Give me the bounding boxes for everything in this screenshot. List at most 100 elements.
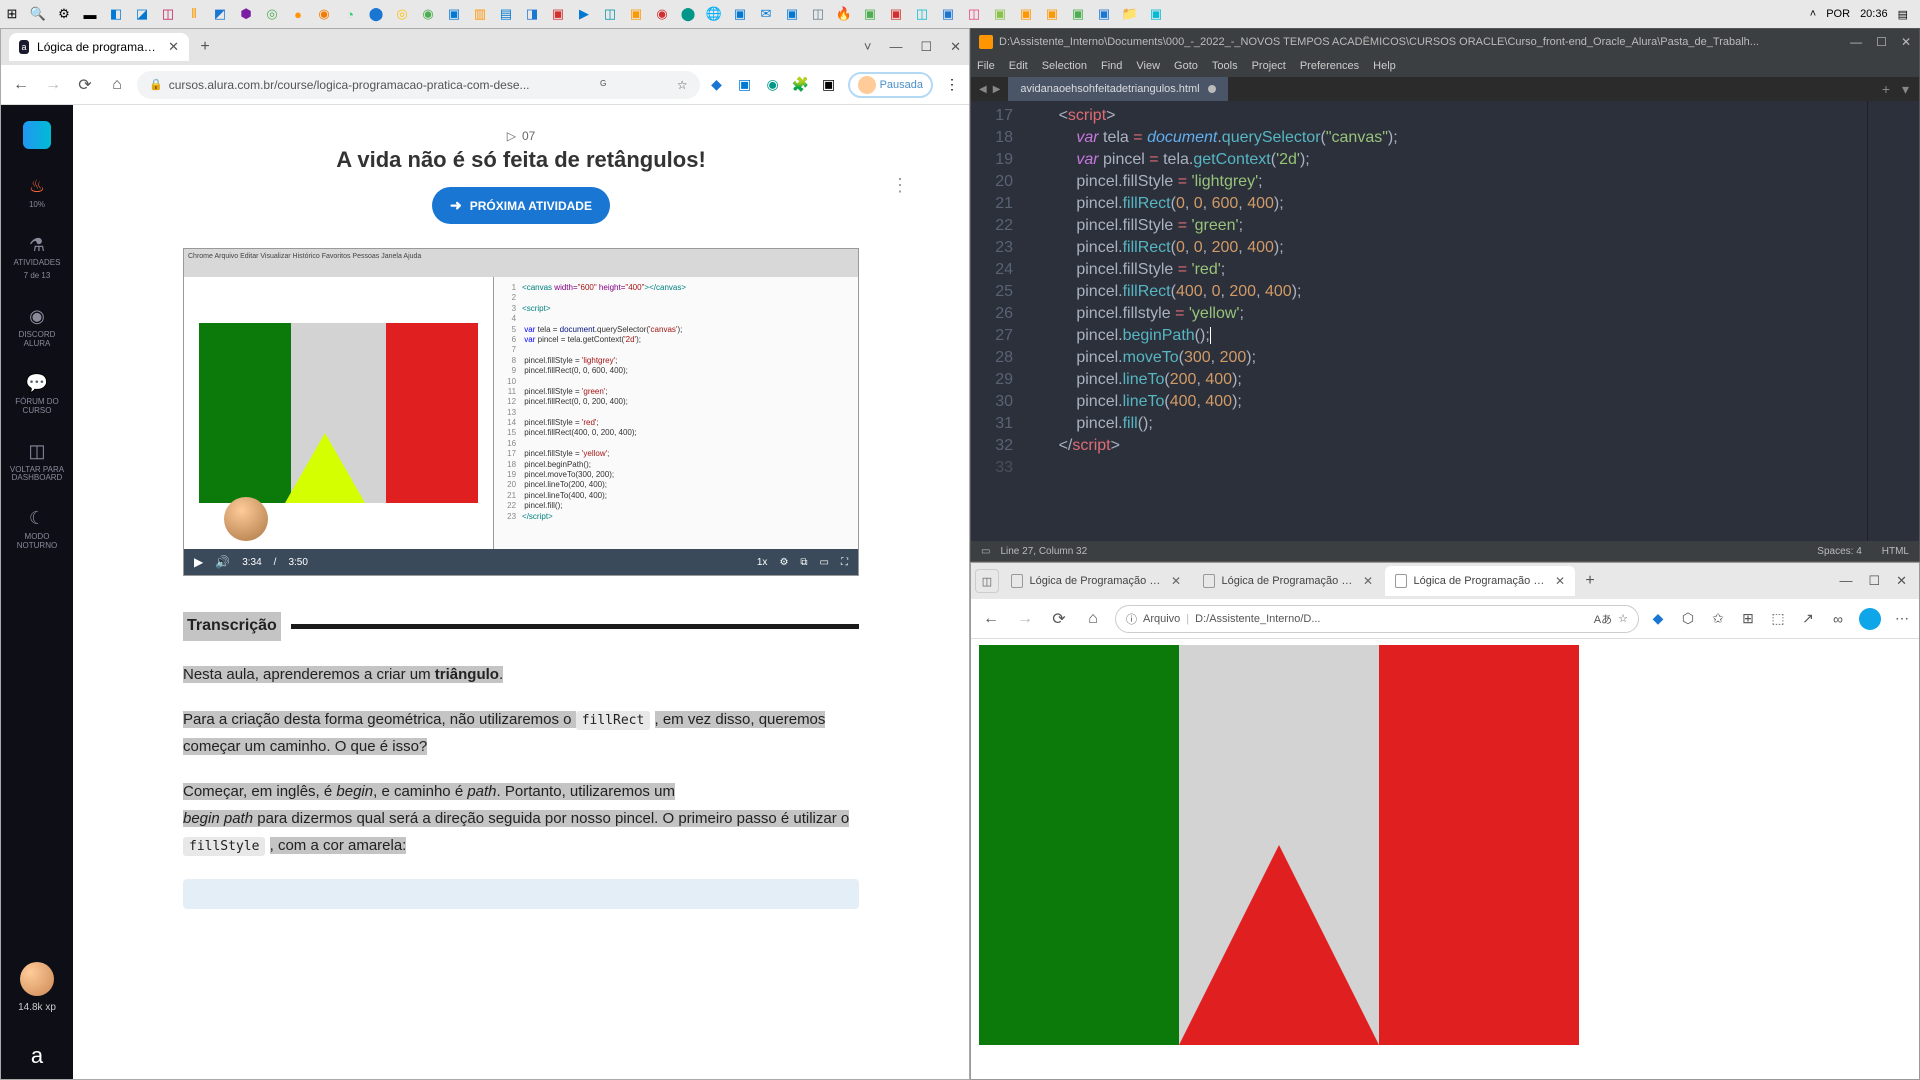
app-icon[interactable]: ◧ — [108, 6, 124, 22]
start-icon[interactable]: ⊞ — [4, 6, 20, 22]
app-icon[interactable]: ⬢ — [238, 6, 254, 22]
close-icon[interactable]: ✕ — [1171, 574, 1181, 588]
app-icon[interactable]: ▶ — [576, 6, 592, 22]
text-size-icon[interactable]: Aあ — [1594, 611, 1612, 627]
menu-icon[interactable]: ⋯ — [1893, 610, 1911, 628]
bookmark-icon[interactable]: ☆ — [677, 78, 688, 92]
reload-button[interactable]: ⟳ — [73, 73, 97, 97]
app-icon[interactable]: ▣ — [732, 6, 748, 22]
edge-tab[interactable]: Lógica de Programação com Ja ✕ — [1193, 566, 1383, 596]
alura-logo-icon[interactable]: a — [31, 1043, 43, 1069]
translate-icon[interactable]: ᴳ — [600, 78, 606, 92]
mail-icon[interactable]: ✉ — [758, 6, 774, 22]
app-icon[interactable]: ▣ — [550, 6, 566, 22]
chevron-down-icon[interactable]: ˅ — [864, 39, 872, 55]
reload-button[interactable]: ⟳ — [1047, 607, 1071, 631]
app-icon[interactable]: ⫴ — [186, 6, 202, 22]
app-icon[interactable]: ▣ — [1018, 6, 1034, 22]
extension-icon[interactable]: ⬚ — [1769, 610, 1787, 628]
fullscreen-icon[interactable]: ⛶ — [841, 557, 848, 568]
favorites-icon[interactable]: ✩ — [1709, 610, 1727, 628]
new-tab-icon[interactable]: + — [1882, 81, 1890, 97]
logo-icon[interactable] — [23, 121, 51, 149]
theater-icon[interactable]: ▭ — [820, 557, 829, 568]
menu-icon[interactable]: ⋮ — [943, 76, 961, 94]
edge-tab-active[interactable]: Lógica de Programação com Ja ✕ — [1385, 566, 1575, 596]
app-icon[interactable]: ▣ — [862, 6, 878, 22]
address-bar[interactable]: 🔒 cursos.alura.com.br/course/logica-prog… — [137, 71, 700, 99]
menu-view[interactable]: View — [1136, 60, 1160, 72]
app-icon[interactable]: ⬤ — [368, 6, 384, 22]
pip-icon[interactable]: ⧉ — [800, 557, 807, 568]
close-icon[interactable]: ✕ — [1555, 574, 1565, 588]
app-icon[interactable]: ● — [290, 6, 306, 22]
menu-goto[interactable]: Goto — [1174, 60, 1198, 72]
video-frame[interactable]: Chrome Arquivo Editar Visualizar Históri… — [184, 249, 858, 549]
close-icon[interactable]: ✕ — [950, 39, 961, 55]
app-icon[interactable]: ▣ — [628, 6, 644, 22]
app-icon[interactable]: ▣ — [1070, 6, 1086, 22]
back-button[interactable]: ← — [9, 73, 33, 97]
play-button[interactable]: ▶ — [194, 555, 203, 569]
extension-icon[interactable]: ◆ — [1649, 610, 1667, 628]
minimize-icon[interactable]: — — [889, 39, 902, 55]
minimap[interactable] — [1867, 101, 1919, 541]
app-icon[interactable]: ◔ — [342, 6, 358, 22]
chrome-icon[interactable]: 🌐 — [706, 6, 722, 22]
sidebar-progress[interactable]: ♨ 10% — [23, 171, 51, 216]
extension-icon[interactable]: ∞ — [1829, 610, 1847, 628]
maximize-icon[interactable]: ☐ — [1876, 35, 1887, 49]
forward-button[interactable]: → — [1013, 607, 1037, 631]
profile-paused-button[interactable]: Pausada — [848, 72, 933, 98]
volume-button[interactable]: 🔊 — [215, 555, 230, 569]
menu-file[interactable]: File — [977, 60, 995, 72]
collections-icon[interactable]: ⊞ — [1739, 610, 1757, 628]
app-icon[interactable]: ◨ — [524, 6, 540, 22]
extensions-icon[interactable]: 🧩 — [792, 76, 810, 94]
app-icon[interactable]: ⬤ — [680, 6, 696, 22]
next-activity-button[interactable]: ➜ PRÓXIMA ATIVIDADE — [432, 187, 610, 224]
sublime-tab-active[interactable]: avidanaoehsohfeitadetriangulos.html — [1008, 77, 1227, 101]
menu-preferences[interactable]: Preferences — [1300, 60, 1359, 72]
app-icon[interactable]: ◩ — [212, 6, 228, 22]
app-icon[interactable]: ◫ — [914, 6, 930, 22]
app-icon[interactable]: ◉ — [316, 6, 332, 22]
share-icon[interactable]: ↗ — [1799, 610, 1817, 628]
extension-icon[interactable]: ▣ — [820, 76, 838, 94]
speed-button[interactable]: 1x — [757, 557, 768, 568]
extension-icon[interactable]: ◆ — [708, 76, 726, 94]
extension-icon[interactable]: ◉ — [764, 76, 782, 94]
notifications-icon[interactable]: ▤ — [1898, 8, 1908, 21]
menu-find[interactable]: Find — [1101, 60, 1122, 72]
app-icon[interactable]: ◎ — [264, 6, 280, 22]
extension-icon[interactable]: ⬡ — [1679, 610, 1697, 628]
app-icon[interactable]: ▥ — [472, 6, 488, 22]
app-icon[interactable]: ▣ — [784, 6, 800, 22]
nav-forward-icon[interactable]: ▶ — [993, 84, 1001, 95]
new-tab-button[interactable]: + — [193, 35, 217, 59]
sidebar-forum[interactable]: 💬 FÓRUM DO CURSO — [1, 368, 73, 421]
app-icon[interactable]: ◫ — [810, 6, 826, 22]
kebab-menu-icon[interactable]: ⋮ — [891, 175, 909, 196]
menu-tools[interactable]: Tools — [1212, 60, 1238, 72]
app-icon[interactable]: ◫ — [966, 6, 982, 22]
app-icon[interactable]: ▣ — [940, 6, 956, 22]
code-content[interactable]: <script> var tela = document.querySelect… — [1023, 101, 1867, 541]
address-bar[interactable]: ⓘ Arquivo | D:/Assistente_Interno/D... A… — [1115, 605, 1639, 633]
app-icon[interactable]: ▣ — [1044, 6, 1060, 22]
back-button[interactable]: ← — [979, 607, 1003, 631]
status-lang[interactable]: HTML — [1882, 546, 1909, 557]
app-icon[interactable]: ▣ — [1096, 6, 1112, 22]
sublime-editor[interactable]: 1718192021222324252627282930313233 <scri… — [971, 101, 1919, 541]
favorite-icon[interactable]: ☆ — [1618, 612, 1628, 625]
menu-edit[interactable]: Edit — [1009, 60, 1028, 72]
bookmark-icon[interactable]: ▭ — [981, 546, 990, 557]
profile-avatar-icon[interactable] — [1859, 608, 1881, 630]
chevron-up-icon[interactable]: ˄ — [1810, 8, 1816, 20]
app-icon[interactable]: ▣ — [1148, 6, 1164, 22]
app-icon[interactable]: ◫ — [602, 6, 618, 22]
tab-actions-icon[interactable]: ◫ — [975, 569, 999, 593]
settings-icon[interactable]: ⚙ — [56, 6, 72, 22]
menu-help[interactable]: Help — [1373, 60, 1396, 72]
minimize-icon[interactable]: — — [1850, 35, 1862, 49]
